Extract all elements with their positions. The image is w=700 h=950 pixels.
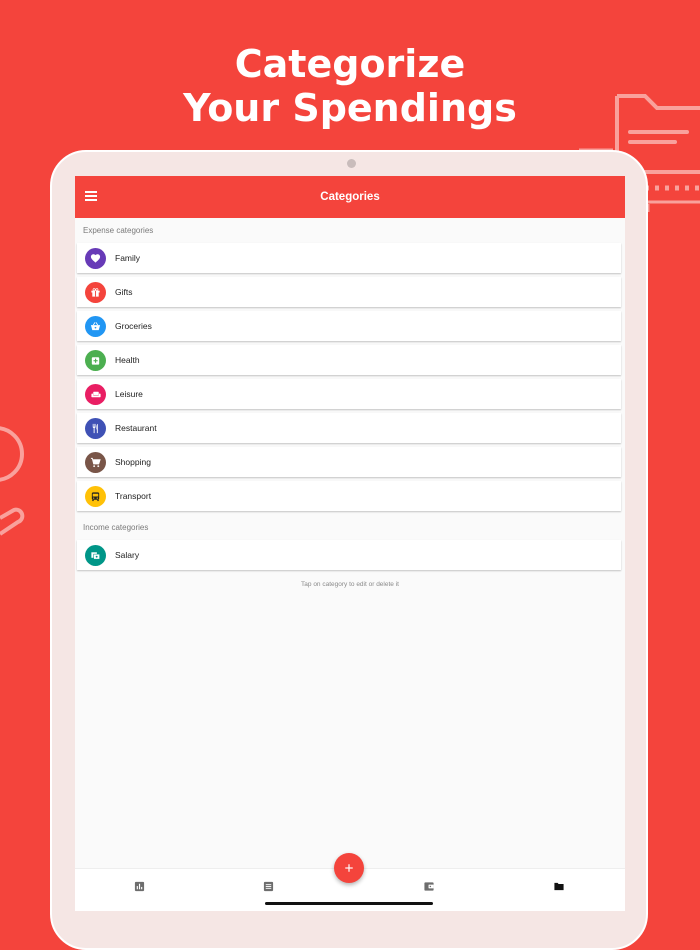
plus-icon — [345, 864, 353, 872]
edit-hint-text: Tap on category to edit or delete it — [301, 581, 399, 588]
expense-section-header: Expense categories — [83, 226, 154, 235]
category-row-salary[interactable]: Salary — [77, 540, 621, 570]
category-row-leisure[interactable]: Leisure — [77, 379, 621, 409]
list-icon[interactable] — [263, 879, 275, 892]
category-label: Transport — [115, 491, 152, 501]
heart-icon — [85, 247, 106, 269]
app-screen: Categories Expense categories Family Gif… — [75, 176, 625, 911]
category-label: Health — [115, 355, 140, 365]
category-label: Leisure — [115, 389, 143, 399]
app-bar: Categories — [75, 176, 625, 218]
bar-chart-icon[interactable] — [134, 879, 146, 892]
category-row-groceries[interactable]: Groceries — [77, 311, 621, 341]
couch-icon — [85, 383, 106, 405]
category-label: Groceries — [115, 321, 152, 331]
category-row-gifts[interactable]: Gifts — [77, 277, 621, 307]
category-label: Gifts — [115, 287, 133, 297]
category-label: Family — [115, 253, 141, 263]
category-row-shopping[interactable]: Shopping — [77, 447, 621, 477]
wallet-icon[interactable] — [423, 879, 435, 891]
money-icon — [85, 544, 106, 566]
tablet-frame: Categories Expense categories Family Gif… — [50, 150, 648, 950]
magnifier-outline-decoration — [0, 426, 25, 536]
gift-icon — [85, 281, 106, 303]
fork-knife-icon — [85, 417, 106, 439]
camera-dot — [347, 159, 356, 168]
headline-line-1: Categorize — [234, 42, 466, 86]
category-label: Salary — [115, 550, 140, 560]
category-label: Shopping — [115, 457, 151, 467]
bus-icon — [85, 485, 106, 507]
category-row-health[interactable]: Health — [77, 345, 621, 375]
folder-icon[interactable] — [553, 879, 565, 891]
category-row-family[interactable]: Family — [77, 243, 621, 273]
add-category-button[interactable] — [334, 853, 364, 883]
cart-icon — [85, 451, 106, 473]
category-row-restaurant[interactable]: Restaurant — [77, 413, 621, 443]
medical-kit-icon — [85, 349, 106, 371]
category-label: Restaurant — [115, 423, 157, 433]
income-section-header: Income categories — [83, 523, 149, 532]
category-row-transport[interactable]: Transport — [77, 481, 621, 511]
basket-icon — [85, 315, 106, 337]
page-title: Categories — [320, 191, 380, 203]
home-indicator — [265, 902, 433, 905]
